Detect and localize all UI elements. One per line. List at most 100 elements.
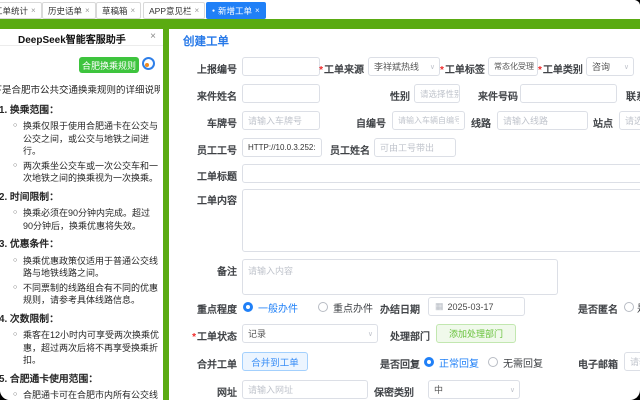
transfer-rules-button[interactable]: 合肥换乘规则 (79, 57, 139, 73)
close-icon[interactable]: × (150, 31, 156, 42)
chevron-down-icon: ∨ (430, 63, 435, 71)
textarea-beizhu[interactable] (242, 259, 558, 295)
calendar-icon: ▦ (435, 301, 444, 312)
field-label-wangzhi: 网址 (170, 384, 237, 399)
select-gongdan-leibie[interactable]: 咨询∨ (586, 57, 634, 76)
radio-wuxu-huifu[interactable] (488, 357, 498, 367)
input-gongdan-biaoti[interactable] (242, 164, 640, 183)
app-window: 工单统计× 历史话单× 草稿箱× APP意见栏× ●新增工单× DeepSeek… (0, 0, 640, 400)
field-label-youxiang: 电子邮箱 (576, 356, 618, 371)
rule-item: ○两次乘坐公交车或一次公交车和一次地铁之间的换乘视为一次换乘。 (0, 160, 160, 185)
input-laijian-haoma[interactable] (520, 84, 617, 103)
close-icon[interactable]: × (255, 6, 260, 15)
rule-section-heading: 2. 时间限制： (0, 192, 160, 205)
tab-gongdan-tongji[interactable]: 工单统计× (0, 2, 42, 19)
field-label-niming: 是否匿名 (576, 301, 618, 316)
avatar-dot (145, 63, 149, 67)
radio-label-zhengchang[interactable]: 正常回复 (439, 355, 479, 370)
chevron-down-icon: ∨ (368, 330, 373, 338)
radio-zhongdian-banjian[interactable] (318, 302, 328, 312)
field-label-leibie: *工单类别 (538, 61, 582, 76)
bullet-icon: ○ (13, 120, 17, 133)
merge-ticket-button[interactable]: 合并到工单 (242, 352, 308, 371)
bullet-icon: ○ (13, 160, 17, 173)
rule-item: ○换乘必须在90分钟内完成。超过90分钟后，换乘优惠将失效。 (0, 207, 160, 232)
input-zhandian[interactable] (619, 111, 640, 130)
rule-item: ○合肥通卡可在合肥市内所有公交线路和地铁线路中使用。 (0, 389, 160, 400)
field-label-xianlu: 线路 (467, 115, 491, 130)
input-yuangong-xingming[interactable] (374, 138, 456, 157)
green-vertical-separator (163, 29, 169, 400)
required-asterisk: * (319, 65, 323, 76)
bullet-icon: ○ (13, 389, 17, 400)
rules-content: 以下是合肥市公共交通换乘规则的详细说明： 1. 换乘范围：○换乘仅限于使用合肥通… (0, 85, 160, 400)
textarea-gongdan-neirong[interactable] (242, 189, 640, 252)
input-shangbao[interactable] (242, 57, 320, 76)
rule-section-heading: 3. 优惠条件： (0, 239, 160, 252)
field-label-neirong: 工单内容 (170, 192, 237, 207)
close-icon[interactable]: × (131, 6, 136, 15)
required-asterisk: * (192, 332, 196, 343)
radio-label-wuxu[interactable]: 无需回复 (503, 355, 543, 370)
select-xingbie[interactable]: 请选择性别∨ (414, 84, 460, 103)
field-label-xingbie: 性别 (368, 88, 410, 103)
select-baomi-leibie[interactable]: 中∨ (428, 380, 520, 399)
tab-lishi-huadan[interactable]: 历史话单× (42, 2, 96, 19)
close-icon[interactable]: × (195, 6, 200, 15)
select-gongdan-laiyuan[interactable]: 李祥斌热线∨ (368, 57, 440, 76)
field-label-biaoqian: *工单标签 (440, 61, 484, 76)
tab-label: APP意见栏 (149, 5, 192, 17)
select-gongdan-zhuangtai[interactable]: 记录∨ (242, 324, 378, 343)
field-label-laijian-haoma: 来件号码 (478, 88, 514, 103)
chevron-down-icon: ∨ (510, 386, 515, 394)
field-label-baomi: 保密类别 (374, 384, 414, 399)
rules-sections: 1. 换乘范围：○换乘仅限于使用合肥通卡在公交与公交之间，或公交与地铁之间进行。… (0, 105, 160, 400)
select-gongdan-biaoqian[interactable]: 常态化受理∨ (488, 57, 538, 76)
rule-item: ○乘客在12小时内可享受两次换乘优惠，超过两次后将不再享受换乘折扣。 (0, 329, 160, 367)
rule-section-heading: 4. 次数限制： (0, 314, 160, 327)
field-label-beizhu: 备注 (170, 263, 237, 278)
tab-xinzeng-gongdan[interactable]: ●新增工单× (206, 2, 266, 19)
input-youxiang[interactable] (624, 352, 640, 371)
bullet-icon: ○ (13, 255, 17, 268)
close-icon[interactable]: × (85, 6, 90, 15)
add-department-button[interactable]: 添加处理部门 (436, 324, 516, 343)
tab-label: 新增工单 (218, 5, 252, 17)
radio-label-yiban[interactable]: 一般办件 (258, 300, 298, 315)
input-laijian-xingming[interactable] (242, 84, 320, 103)
input-gonghao[interactable] (242, 138, 322, 157)
field-label-huifu: 是否回复 (378, 356, 420, 371)
field-label-zhuangtai: *工单状态 (166, 328, 237, 343)
field-label-zhongdian: 重点程度 (170, 301, 237, 316)
input-zibianhao[interactable] (392, 111, 465, 130)
assistant-header: DeepSeek智能客服助手 × (0, 29, 163, 46)
close-icon[interactable]: × (31, 6, 36, 15)
radio-yiban-banjian[interactable] (243, 302, 253, 312)
rules-intro: 以下是合肥市公共交通换乘规则的详细说明： (0, 85, 160, 98)
field-label-zhandian: 站点 (589, 115, 613, 130)
radio-niming-shi[interactable] (624, 302, 634, 312)
radio-zhengchang-huifu[interactable] (424, 357, 434, 367)
field-label-lianxi-dianhua: 联系电话 (626, 88, 640, 103)
field-label-yuangong-xingming: 员工姓名 (330, 142, 368, 157)
date-input-banjie[interactable]: ▦2025-03-17 (428, 297, 525, 316)
input-chepai[interactable] (242, 111, 320, 130)
tab-app-yijianlan[interactable]: APP意见栏× (143, 2, 205, 19)
input-xianlu[interactable] (497, 111, 588, 130)
tab-caogaoxiang[interactable]: 草稿箱× (96, 2, 141, 19)
tab-label: 工单统计 (0, 5, 28, 17)
rule-item: ○换乘优惠政策仅适用于普通公交线路与地铁线路之间。 (0, 255, 160, 280)
required-asterisk: * (538, 65, 542, 76)
rule-section-heading: 1. 换乘范围： (0, 105, 160, 118)
field-label-hebing: 合并工单 (170, 356, 237, 371)
field-label-gonghao: 员工工号 (170, 142, 237, 157)
field-label-laiyuan: *工单来源 (316, 61, 364, 76)
tab-bar: 工单统计× 历史话单× 草稿箱× APP意见栏× ●新增工单× (0, 0, 640, 19)
field-label-shangbao: 上报编号 (170, 61, 237, 76)
bullet-icon: ○ (13, 282, 17, 295)
bullet-icon: ○ (13, 207, 17, 220)
bullet-icon: ○ (13, 329, 17, 342)
assistant-avatar-icon (142, 57, 155, 70)
radio-label-zhongdian[interactable]: 重点办件 (333, 300, 373, 315)
input-wangzhi[interactable] (242, 380, 368, 399)
